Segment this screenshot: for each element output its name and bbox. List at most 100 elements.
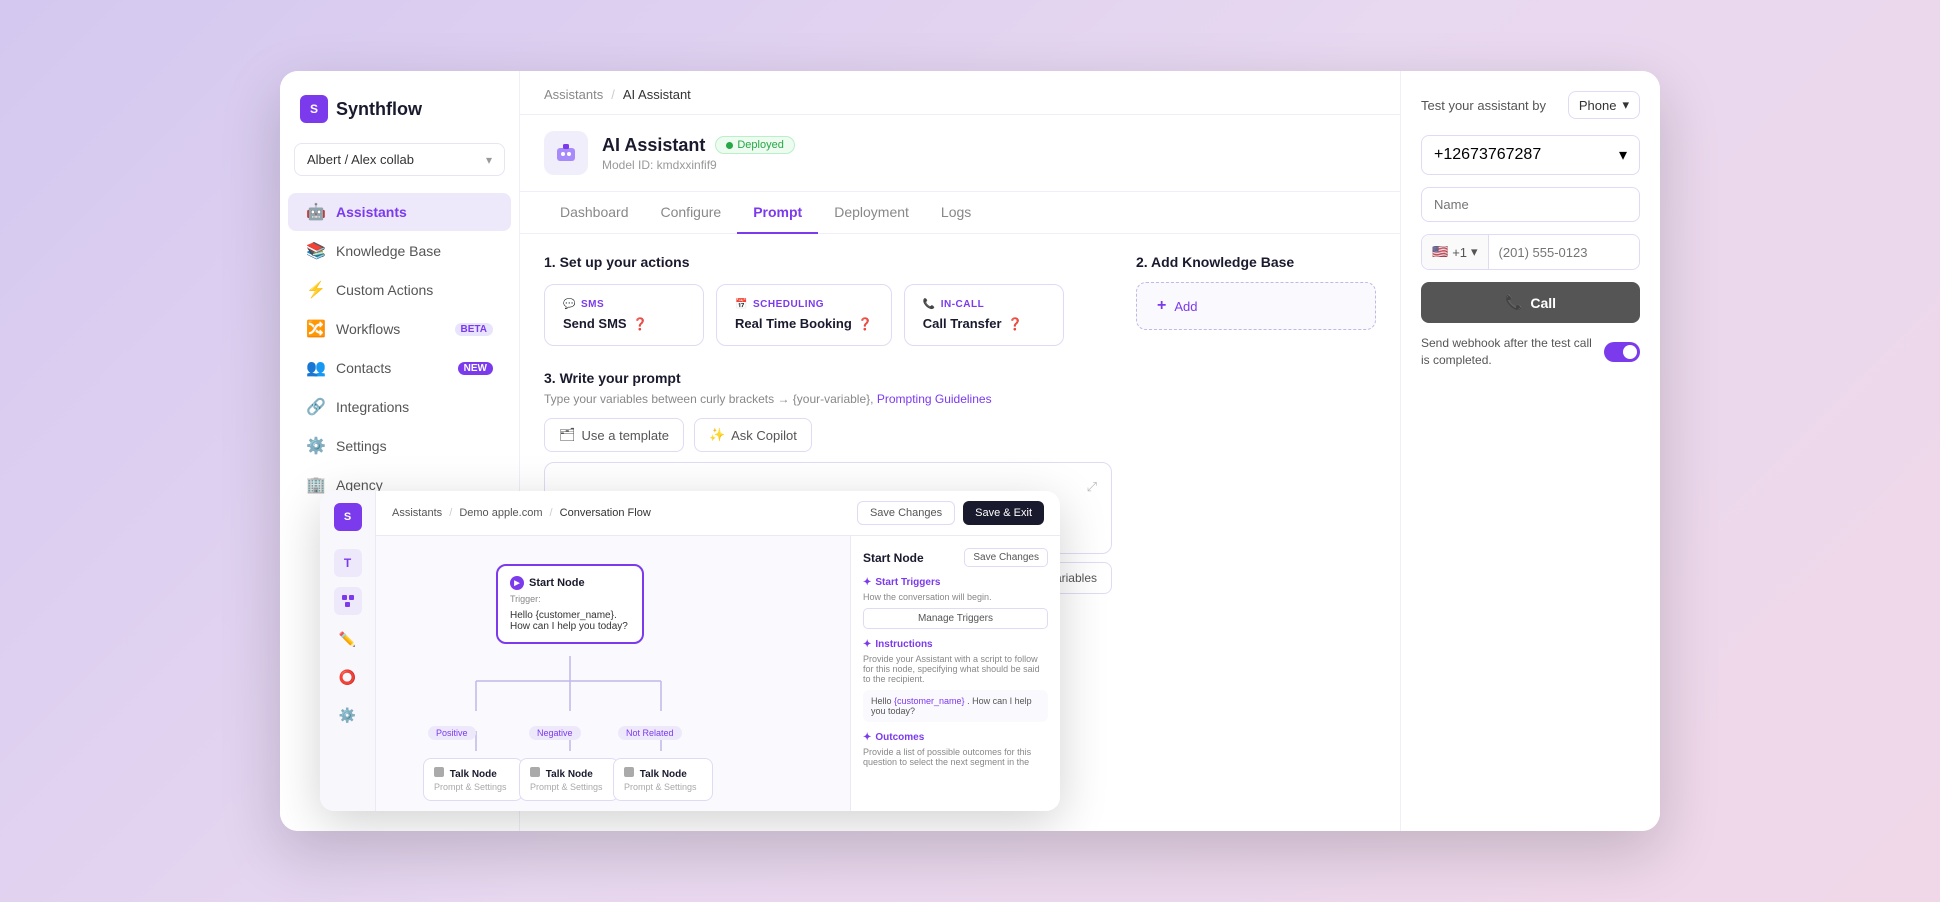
overlay-main: Assistants / Demo apple.com / Conversati… bbox=[376, 491, 1060, 811]
logo-icon: S bbox=[300, 95, 328, 123]
sidebar-item-settings[interactable]: ⚙️ Settings bbox=[288, 427, 511, 465]
sidebar-item-custom-actions[interactable]: ⚡ Custom Actions bbox=[288, 271, 511, 309]
positive-label: Positive bbox=[428, 726, 476, 740]
prompting-guidelines-link[interactable]: Prompting Guidelines bbox=[877, 392, 992, 406]
overlay-header: Assistants / Demo apple.com / Conversati… bbox=[376, 491, 1060, 536]
action-type-incall: 📞 IN-CALL bbox=[923, 299, 1045, 310]
sidebar-item-contacts[interactable]: 👥 Contacts NEW bbox=[288, 349, 511, 387]
tabs: Dashboard Configure Prompt Deployment Lo… bbox=[520, 192, 1400, 234]
phone-number-input[interactable] bbox=[1489, 236, 1640, 269]
flow-canvas[interactable]: ▶ Start Node Trigger: Hello {customer_na… bbox=[376, 536, 850, 811]
prompt-col-right: 2. Add Knowledge Base + Add bbox=[1136, 254, 1376, 594]
logo-text: Synthflow bbox=[336, 99, 422, 120]
talk-node-icon-2 bbox=[530, 767, 540, 777]
action-card-incall[interactable]: 📞 IN-CALL Call Transfer ❓ bbox=[904, 284, 1064, 346]
start-triggers-title: ✦ Start Triggers bbox=[863, 577, 1048, 588]
phone-number-selector[interactable]: +12673767287 ▾ bbox=[1421, 135, 1640, 175]
action-card-sms[interactable]: 💬 SMS Send SMS ❓ bbox=[544, 284, 704, 346]
assistant-icon-box bbox=[544, 131, 588, 175]
talk-node-2[interactable]: Talk Node Prompt & Settings bbox=[519, 758, 619, 801]
overlay-breadcrumb: Assistants / Demo apple.com / Conversati… bbox=[392, 507, 651, 519]
workspace-selector[interactable]: Albert / Alex collab ▾ bbox=[294, 143, 505, 176]
folder-icon: 🗂 bbox=[559, 427, 576, 443]
overlay-icon-t[interactable]: T bbox=[334, 549, 362, 577]
actions-row: 💬 SMS Send SMS ❓ 📅 SCHEDULING bbox=[544, 284, 1112, 346]
tab-deployment[interactable]: Deployment bbox=[818, 192, 925, 234]
sidebar-item-assistants[interactable]: 🤖 Assistants bbox=[288, 193, 511, 231]
breadcrumb: Assistants / AI Assistant bbox=[520, 71, 1400, 115]
name-input[interactable] bbox=[1421, 187, 1640, 222]
plus-icon: + bbox=[1157, 297, 1166, 315]
prompt-write-title: 3. Write your prompt bbox=[544, 370, 1112, 386]
test-assistant-title: Test your assistant by bbox=[1421, 98, 1546, 113]
instructions-title: ✦ Instructions bbox=[863, 639, 1048, 650]
outcomes-icon: ✦ bbox=[863, 732, 871, 743]
incall-help-icon: ❓ bbox=[1008, 317, 1023, 331]
integrations-icon: 🔗 bbox=[306, 397, 326, 417]
phone-chevron-icon: ▾ bbox=[1619, 145, 1627, 165]
action-name-incall: Call Transfer ❓ bbox=[923, 316, 1045, 331]
highlight-variable: {customer_name} bbox=[894, 696, 965, 706]
talk-node-icon-1 bbox=[434, 767, 444, 777]
overlay-sidebar: S T ✏️ ⭕ ⚙️ bbox=[320, 491, 376, 811]
overlay-icon-edit[interactable]: ✏️ bbox=[334, 625, 362, 653]
call-button[interactable]: 📞 Call bbox=[1421, 282, 1640, 323]
sidebar-item-workflows[interactable]: 🔀 Workflows BETA bbox=[288, 310, 511, 348]
overlay-panel-header: Start Node Save Changes bbox=[863, 548, 1048, 567]
phone-icon: 📞 bbox=[1505, 294, 1522, 311]
action-card-scheduling[interactable]: 📅 SCHEDULING Real Time Booking ❓ bbox=[716, 284, 892, 346]
overlay-panel-save-button[interactable]: Save Changes bbox=[964, 548, 1048, 567]
knowledge-section: 2. Add Knowledge Base + Add bbox=[1136, 254, 1376, 330]
sidebar-item-knowledge-base[interactable]: 📚 Knowledge Base bbox=[288, 232, 511, 270]
assistants-icon: 🤖 bbox=[306, 202, 326, 222]
contacts-new-badge: NEW bbox=[458, 362, 493, 375]
tab-logs[interactable]: Logs bbox=[925, 192, 987, 234]
instruction-text-preview: Hello {customer_name} . How can I help y… bbox=[863, 690, 1048, 722]
scheduling-help-icon: ❓ bbox=[858, 317, 873, 331]
custom-actions-icon: ⚡ bbox=[306, 280, 326, 300]
app-logo: S Synthflow bbox=[280, 71, 519, 143]
country-code-selector[interactable]: 🇺🇸 +1 ▾ bbox=[1422, 235, 1489, 269]
assistant-info: AI Assistant Deployed Model ID: kmdxxinf… bbox=[602, 135, 795, 172]
overlay-save-exit-button[interactable]: Save & Exit bbox=[963, 501, 1044, 525]
overlay-save-changes-button[interactable]: Save Changes bbox=[857, 501, 955, 525]
overlay-window: S T ✏️ ⭕ ⚙️ Assistants / Demo apple.com … bbox=[320, 491, 1060, 811]
overlay-right-panel: Start Node Save Changes ✦ Start Triggers… bbox=[850, 536, 1060, 811]
add-kb-button[interactable]: + Add bbox=[1136, 282, 1376, 330]
talk-node-3[interactable]: Talk Node Prompt & Settings bbox=[613, 758, 713, 801]
overlay-outcomes-section: ✦ Outcomes Provide a list of possible ou… bbox=[863, 732, 1048, 767]
assistant-model: Model ID: kmdxxinfif9 bbox=[602, 158, 795, 172]
overlay-logo: S bbox=[334, 503, 362, 531]
assistant-header: AI Assistant Deployed Model ID: kmdxxinf… bbox=[520, 115, 1400, 192]
trigger-icon: ✦ bbox=[863, 577, 871, 588]
overlay-buttons: Save Changes Save & Exit bbox=[857, 501, 1044, 525]
overlay-instructions-section: ✦ Instructions Provide your Assistant wi… bbox=[863, 639, 1048, 722]
use-template-button[interactable]: 🗂 Use a template bbox=[544, 418, 684, 452]
start-node[interactable]: ▶ Start Node Trigger: Hello {customer_na… bbox=[496, 564, 644, 644]
workflows-icon: 🔀 bbox=[306, 319, 326, 339]
ask-copilot-button[interactable]: ✨ Ask Copilot bbox=[694, 418, 812, 452]
webhook-toggle[interactable] bbox=[1604, 342, 1640, 362]
manage-triggers-button[interactable]: Manage Triggers bbox=[863, 608, 1048, 629]
kb-section-title: 2. Add Knowledge Base bbox=[1136, 254, 1376, 270]
workflows-beta-badge: BETA bbox=[455, 323, 493, 336]
overlay-icon-settings[interactable]: ⚙️ bbox=[334, 701, 362, 729]
instructions-icon: ✦ bbox=[863, 639, 871, 650]
action-name-sms: Send SMS ❓ bbox=[563, 316, 685, 331]
tab-configure[interactable]: Configure bbox=[645, 192, 738, 234]
test-method-selector[interactable]: Phone ▾ bbox=[1568, 91, 1640, 119]
contacts-icon: 👥 bbox=[306, 358, 326, 378]
overlay-icon-nodes[interactable] bbox=[334, 587, 362, 615]
tab-prompt[interactable]: Prompt bbox=[737, 192, 818, 234]
expand-icon[interactable]: ⤢ bbox=[1087, 477, 1097, 498]
phone-input-row: 🇺🇸 +1 ▾ bbox=[1421, 234, 1640, 270]
action-type-scheduling: 📅 SCHEDULING bbox=[735, 299, 873, 310]
deployed-badge: Deployed bbox=[715, 136, 794, 154]
talk-node-1[interactable]: Talk Node Prompt & Settings bbox=[423, 758, 523, 801]
sidebar-item-integrations[interactable]: 🔗 Integrations bbox=[288, 388, 511, 426]
breadcrumb-sep: / bbox=[611, 87, 615, 102]
tab-dashboard[interactable]: Dashboard bbox=[544, 192, 645, 234]
deployed-dot bbox=[726, 142, 733, 149]
action-type-sms: 💬 SMS bbox=[563, 299, 685, 310]
overlay-icon-circle[interactable]: ⭕ bbox=[334, 663, 362, 691]
